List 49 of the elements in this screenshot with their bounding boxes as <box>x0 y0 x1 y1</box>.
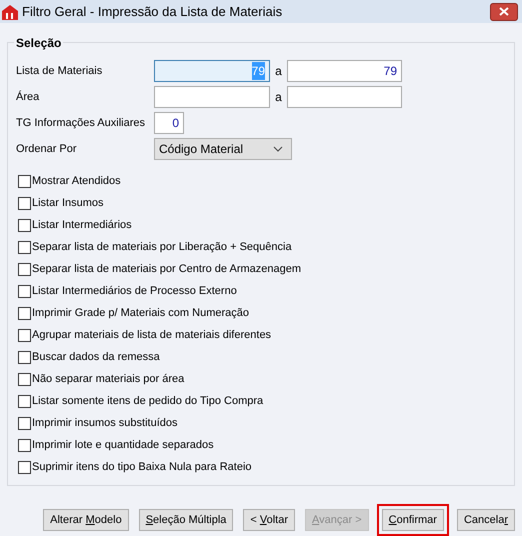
checkbox[interactable] <box>18 416 31 430</box>
field-label: TG Informações Auxiliares <box>16 116 146 131</box>
checkbox[interactable] <box>18 460 31 474</box>
input-field[interactable]: 79 <box>287 60 402 82</box>
checkbox-label: Imprimir lote e quantidade separados <box>32 438 214 453</box>
dialog-button[interactable]: Seleção Múltipla <box>138 509 234 531</box>
checkbox-label: Mostrar Atendidos <box>32 174 121 189</box>
checkbox-label: Imprimir insumos substituídos <box>32 416 178 431</box>
checkbox-label: Não separar materiais por área <box>32 372 184 387</box>
checkbox-label: Suprimir itens do tipo Baixa Nula para Rateio <box>32 460 252 475</box>
checkbox[interactable] <box>18 328 31 342</box>
checkbox[interactable] <box>18 218 31 232</box>
checkbox[interactable] <box>18 350 31 364</box>
checkbox[interactable] <box>18 174 31 188</box>
input-field[interactable] <box>287 86 402 108</box>
checkbox[interactable] <box>18 306 31 320</box>
close-button[interactable] <box>490 2 518 20</box>
checkbox-label: Buscar dados da remessa <box>32 350 160 365</box>
checkbox-label: Agrupar materiais de lista de materiais diferentes <box>32 328 272 343</box>
dialog-button[interactable]: Cancelar <box>456 509 515 531</box>
dialog-button[interactable]: Confirmar <box>382 509 444 531</box>
close-icon <box>499 7 509 16</box>
field-label: Ordenar Por <box>16 142 78 157</box>
checkbox[interactable] <box>18 372 31 386</box>
checkbox[interactable] <box>18 438 31 452</box>
checkbox[interactable] <box>18 240 31 254</box>
checkbox-label: Listar Intermediários de Processo Externo <box>32 284 237 299</box>
checkbox-label: Listar Intermediários <box>32 218 132 233</box>
field-label: Lista de Materiais <box>16 64 104 79</box>
checkbox[interactable] <box>18 394 31 408</box>
input-field[interactable]: 0 <box>154 112 184 134</box>
checkbox-label: Separar lista de materiais por Liberação + Sequência <box>32 240 292 255</box>
checkbox-label: Separar lista de materiais por Centro de Armazenagem <box>32 262 302 277</box>
field-label: Área <box>16 90 40 105</box>
range-separator: a <box>274 89 283 106</box>
checkbox[interactable] <box>18 284 31 298</box>
range-separator: a <box>274 63 283 80</box>
checkbox-label: Listar somente itens de pedido do Tipo Compra <box>32 394 264 409</box>
dialog-button[interactable]: Alterar Modelo <box>43 509 129 531</box>
app-logo-icon <box>2 4 18 20</box>
checkbox[interactable] <box>18 262 31 276</box>
chevron-down-icon <box>273 146 283 152</box>
order-dropdown[interactable]: Código Material <box>154 138 292 160</box>
checkbox-label: Listar Insumos <box>32 196 104 211</box>
checkbox-label: Imprimir Grade p/ Materiais com Numeração <box>32 306 250 321</box>
window-title: Filtro Geral - Impressão da Lista de Materiais <box>22 2 282 21</box>
dialog-button[interactable]: < Voltar <box>243 509 296 531</box>
input-field[interactable] <box>154 86 270 108</box>
checkbox[interactable] <box>18 196 31 210</box>
